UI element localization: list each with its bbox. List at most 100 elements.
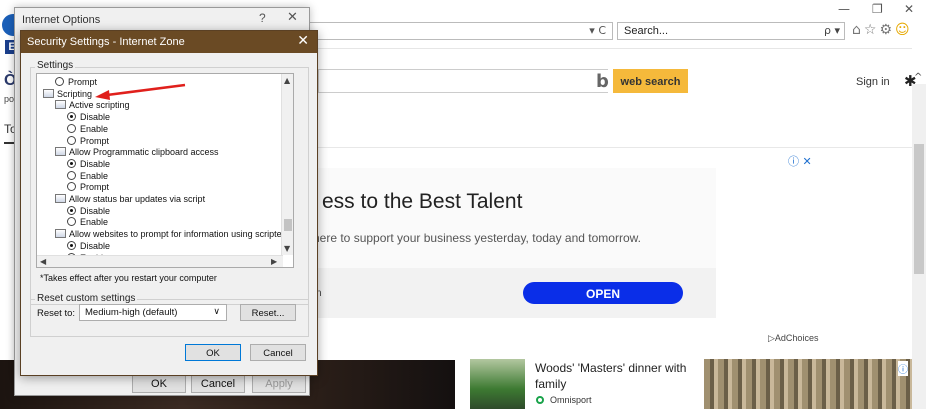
cancel-button[interactable]: Cancel [250, 344, 306, 361]
radio-checked-icon[interactable] [67, 112, 76, 122]
refresh-icon[interactable]: ▾ C [589, 24, 606, 37]
settings-tree[interactable]: Prompt Scripting Active scripting Disable En… [36, 73, 294, 268]
close-icon[interactable]: ✕ [287, 10, 298, 25]
tree-row-label: Enable [80, 170, 109, 181]
radio-option[interactable]: Prompt [67, 135, 109, 147]
scroll-up-icon[interactable]: ▲ [284, 76, 290, 85]
restart-note: *Takes effect after you restart your com… [40, 273, 217, 283]
tree-category: Allow websites to prompt for information… [55, 228, 294, 240]
ad-info-icon-2[interactable]: ⓘ [898, 361, 908, 376]
tree-category: Allow Programmatic clipboard access [55, 146, 219, 158]
tree-row-label: Prompt [80, 135, 110, 146]
tree-row-label: Disable [80, 240, 111, 251]
ok-button[interactable]: OK [132, 373, 186, 393]
tree-row-label: Disable [80, 112, 111, 123]
tree-row-label: Disable [80, 158, 111, 169]
tree-row-label: Allow status bar updates via script [69, 194, 206, 204]
search-dropdown-icon[interactable]: ρ ▾ [824, 24, 840, 37]
tree-row-label: Allow Programmatic clipboard access [69, 147, 219, 158]
address-bar[interactable]: ▾ C [300, 22, 613, 40]
reset-to-label: Reset to: [37, 308, 76, 319]
radio-checked-icon[interactable] [67, 240, 76, 250]
dialog-title: Internet Options [22, 14, 101, 26]
ad-open-button[interactable]: OPEN [523, 282, 683, 304]
page-scrollbar[interactable]: ^ [912, 72, 926, 409]
radio-option[interactable]: Disable [67, 158, 110, 170]
reset-level-select[interactable]: Medium-high (default) ∨ [79, 304, 227, 321]
ad-info-icon[interactable]: ⓘ ✕ [788, 153, 812, 169]
dialog-title-bar: Security Settings - Internet Zone ✕ [21, 31, 317, 53]
minimize-icon[interactable]: — [838, 2, 850, 16]
radio-option[interactable]: Disable [67, 111, 110, 123]
red-arrow-annotation [95, 83, 186, 100]
radio-option[interactable]: Enable [67, 123, 108, 135]
sign-in-link[interactable]: Sign in [856, 76, 890, 88]
favorites-icon[interactable]: ☆ [864, 22, 880, 38]
radio-unchecked-icon[interactable] [67, 170, 76, 180]
news-image-right[interactable]: ⓘ [704, 359, 912, 409]
radio-option[interactable]: Prompt [67, 181, 109, 193]
tree-row-label: Enable [80, 123, 109, 134]
radio-checked-icon[interactable] [67, 205, 76, 215]
radio-option[interactable]: Enable [67, 170, 108, 182]
setting-category-icon [43, 88, 54, 98]
radio-option[interactable]: Prompt [55, 76, 97, 88]
scroll-up-icon[interactable]: ^ [914, 72, 922, 83]
apply-button: Apply [252, 373, 306, 393]
tree-horizontal-scrollbar[interactable]: ◀ ▶ [37, 255, 283, 267]
news-source: Omnisport [536, 395, 592, 405]
radio-unchecked-icon[interactable] [67, 123, 76, 133]
adchoices-link[interactable]: ▷AdChoices [768, 333, 818, 344]
news-thumbnail[interactable] [470, 359, 525, 409]
feedback-smiley-icon[interactable]: ☺ [895, 22, 913, 38]
scroll-left-icon[interactable]: ◀ [40, 257, 46, 266]
radio-option[interactable]: Disable [67, 205, 110, 217]
tree-row-label: Allow websites to prompt for information… [69, 229, 294, 240]
radio-unchecked-icon[interactable] [67, 182, 76, 192]
tree-category: Allow status bar updates via script [55, 193, 205, 205]
toolbar-divider [300, 48, 912, 56]
ok-button[interactable]: OK [185, 344, 241, 361]
close-icon[interactable]: ✕ [297, 33, 309, 49]
close-icon[interactable]: ✕ [904, 2, 914, 16]
radio-checked-icon[interactable] [67, 158, 76, 168]
page-search-input[interactable] [318, 69, 608, 93]
reset-button[interactable]: Reset... [240, 304, 296, 321]
radio-unchecked-icon[interactable] [67, 135, 76, 145]
radio-unchecked-icon[interactable] [67, 217, 76, 227]
tree-row-label: Scripting [57, 88, 93, 99]
tree-row-label: Disable [80, 205, 111, 216]
restore-icon[interactable]: ❐ [872, 2, 883, 16]
tree-row-label: Enable [80, 217, 109, 228]
page-divider [318, 147, 912, 148]
news-title[interactable]: Woods' 'Masters' dinner with family [535, 360, 695, 392]
setting-category-icon [55, 229, 66, 239]
text-fragment: po [4, 94, 15, 104]
tree-row-label: Prompt [80, 182, 110, 193]
home-icon[interactable]: ⌂ [852, 22, 864, 38]
setting-category-icon [55, 194, 66, 203]
scroll-right-icon[interactable]: ▶ [271, 257, 277, 266]
source-logo-icon [536, 396, 544, 404]
setting-category-icon [55, 100, 66, 110]
dialog-title: Security Settings - Internet Zone [27, 36, 185, 48]
help-button[interactable]: ? [259, 11, 266, 25]
tree-vertical-scrollbar[interactable]: ▲ ▼ [281, 74, 293, 255]
radio-option[interactable]: Enable [67, 216, 108, 228]
scroll-down-icon[interactable]: ▼ [284, 244, 290, 253]
ad-subtitle: here to support your business yesterday,… [313, 231, 641, 245]
web-search-button[interactable]: web search [613, 69, 688, 93]
scroll-thumb[interactable] [914, 144, 924, 274]
setting-category-icon [55, 147, 66, 157]
settings-group-label: Settings [35, 60, 76, 71]
chevron-down-icon: ∨ [213, 307, 220, 317]
tab-underline [4, 142, 14, 144]
toolbar-icons: ⌂☆⚙☺ [852, 22, 913, 38]
scroll-thumb[interactable] [284, 219, 292, 231]
browser-search-input[interactable]: Search... ρ ▾ [617, 22, 845, 40]
tree-category: Scripting [43, 88, 92, 100]
radio-unchecked-icon[interactable] [55, 77, 64, 86]
cancel-button[interactable]: Cancel [191, 373, 245, 393]
radio-option[interactable]: Disable [67, 240, 110, 252]
settings-icon[interactable]: ⚙ [879, 22, 895, 38]
